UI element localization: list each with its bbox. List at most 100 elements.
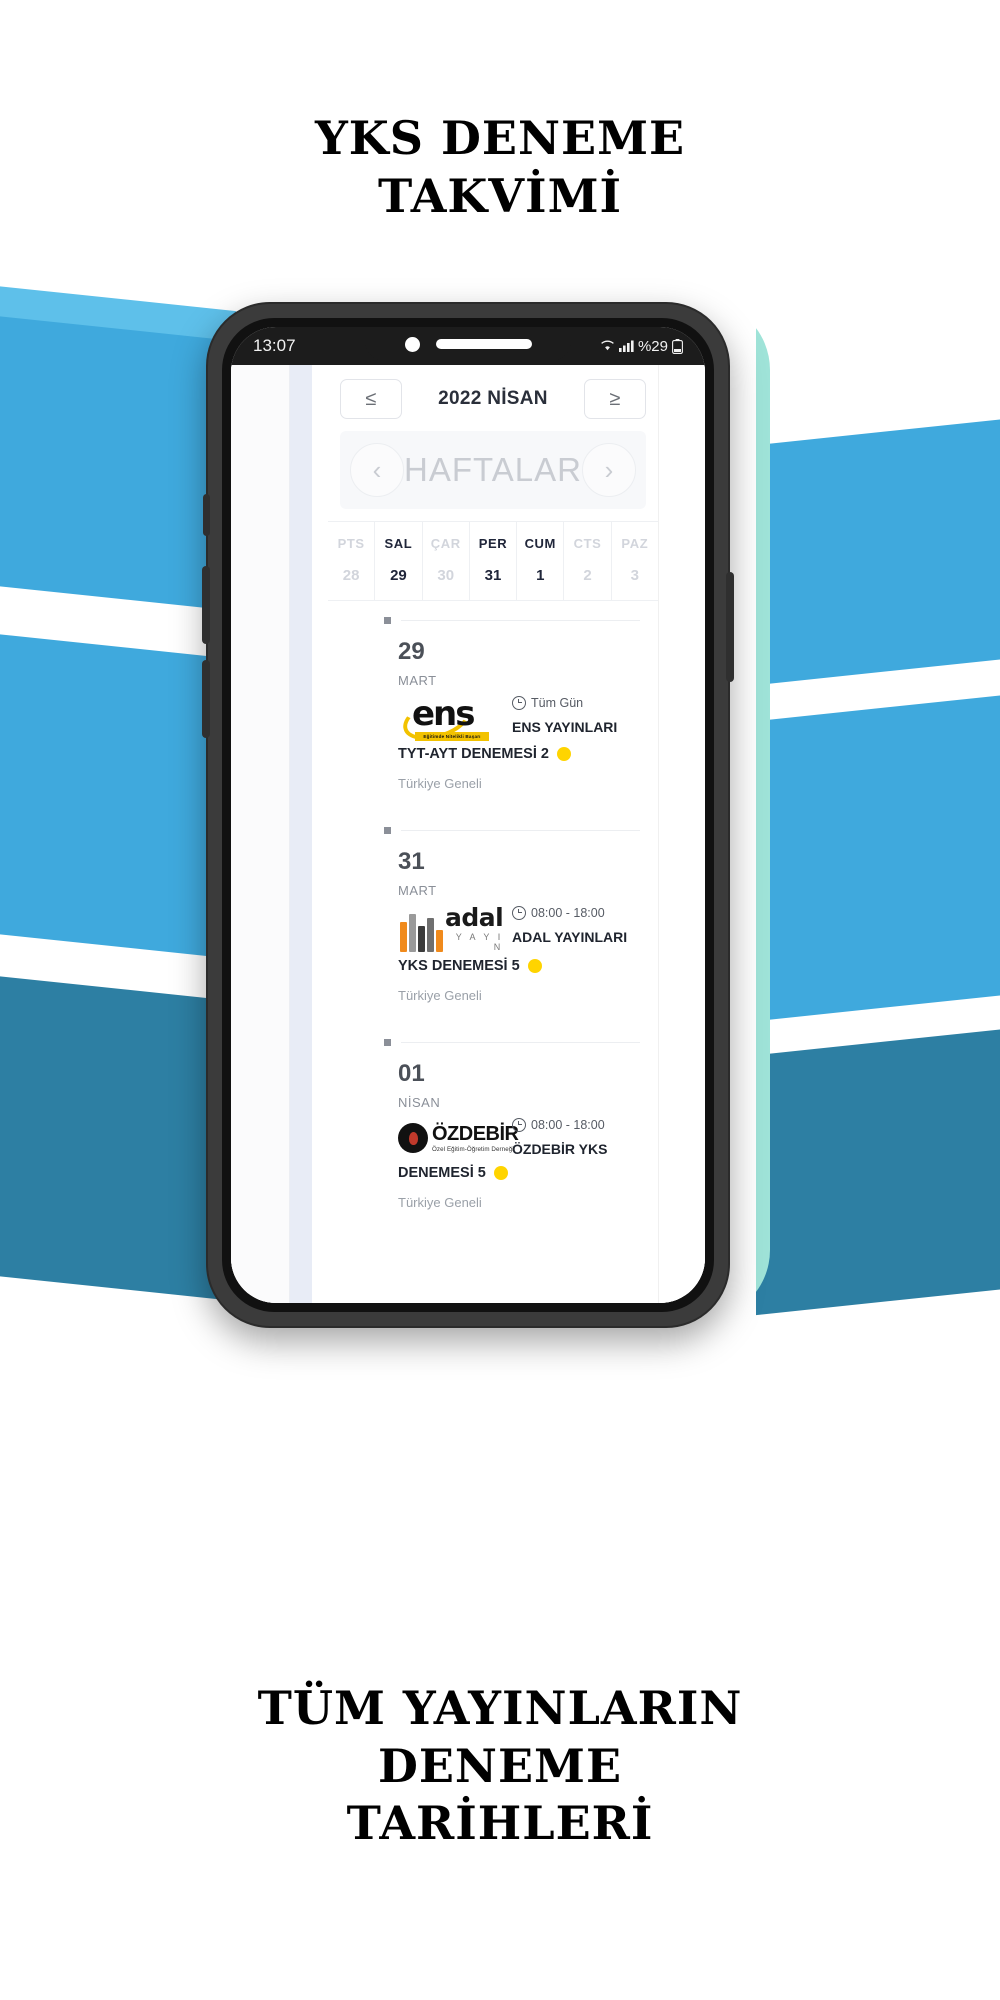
adal-bar <box>409 914 416 952</box>
event-separator <box>328 1023 658 1046</box>
front-camera-icon <box>404 336 420 352</box>
event-separator <box>328 601 658 624</box>
event-month: MART <box>398 883 437 898</box>
week-label: HAFTALAR 1 <box>404 451 582 488</box>
events-list[interactable]: 29 MART ens Eğitimde Nitelikli Başarı Tü… <box>328 601 658 1303</box>
ozdebir-logo-text: ÖZDEBİR <box>432 1122 519 1145</box>
week-navigation: ‹ HAFTALAR 1 › <box>340 431 646 509</box>
event-main: ens Eğitimde Nitelikli Başarı Tüm Gün EN… <box>397 690 640 748</box>
poster-title-top: YKS DENEME TAKVİMİ <box>314 111 686 223</box>
phone-screen: 13:07 %29 ≤ 2022 NİSAN ≥ ‹ HAFTALAR › PT… <box>231 327 705 1303</box>
event-title: YKS DENEMESİ 5 <box>398 958 520 974</box>
next-week-button[interactable]: › <box>582 443 636 497</box>
event-details: Tüm Gün ENS YAYINLARI <box>512 696 640 737</box>
ribbon-right-1 <box>740 413 1000 687</box>
next-month-button[interactable]: ≥ <box>583 379 646 419</box>
weekday-cell-cum[interactable]: CUM 1 <box>517 522 565 600</box>
publisher-logo-wrap: adal Y A Y I N <box>398 905 504 952</box>
bullet-square-icon <box>384 617 391 624</box>
event-publisher: ADAL YAYINLARI <box>512 929 628 945</box>
bullet-square-icon <box>384 827 391 834</box>
adal-bar <box>400 922 407 952</box>
divider <box>401 620 640 621</box>
weekday-row: PTS 28 SAL 29 ÇAR 30 PER 31 CUM 1 CTS 2 … <box>328 521 658 601</box>
event-title: TYT-AYT DENEMESİ 2 <box>398 746 549 762</box>
event-item[interactable]: 01 NİSAN ÖZDEBİR Özel Eğitim-Öğretim Der… <box>328 1023 658 1230</box>
calendar-content: ≤ 2022 NİSAN ≥ ‹ HAFTALAR 1 › PTS <box>328 365 658 1303</box>
weekday-number: 30 <box>437 567 455 584</box>
current-month-label: 2022 NİSAN <box>438 388 548 409</box>
event-item[interactable]: 31 MART adal Y A Y I N 08:00 - 18:00 ADA… <box>328 811 658 1023</box>
event-publisher: ÖZDEBİR YKS <box>512 1141 608 1157</box>
ozdebir-logo-tagline: Özel Eğitim-Öğretim Derneği <box>432 1145 514 1153</box>
event-scope: Türkiye Geneli <box>398 988 482 1003</box>
weekday-number: 1 <box>536 567 545 584</box>
event-time-row: 08:00 - 18:00 <box>512 1118 640 1132</box>
publisher-logo-wrap: ens Eğitimde Nitelikli Başarı <box>397 690 502 748</box>
weekday-number: 28 <box>342 567 360 584</box>
event-day: 01 <box>398 1060 425 1087</box>
ozdebir-logo: ÖZDEBİR Özel Eğitim-Öğretim Derneği <box>398 1118 519 1158</box>
ozdebir-flame-icon <box>408 1131 418 1145</box>
weekday-name: PAZ <box>621 536 649 551</box>
weekday-name: ÇAR <box>430 536 461 551</box>
weekday-cell-per[interactable]: PER 31 <box>470 522 518 600</box>
weekday-number: 3 <box>630 567 639 584</box>
weekday-name: CTS <box>573 536 602 551</box>
app-container: ≤ 2022 NİSAN ≥ ‹ HAFTALAR 1 › PTS <box>231 365 705 1303</box>
bullet-square-icon <box>384 1039 391 1046</box>
event-item[interactable]: 29 MART ens Eğitimde Nitelikli Başarı Tü… <box>328 601 658 811</box>
ribbon-right-2 <box>740 689 1000 1023</box>
event-month: NİSAN <box>398 1095 441 1110</box>
event-title-row: TYT-AYT DENEMESİ 2 <box>398 746 640 762</box>
weekday-name: SAL <box>384 536 413 551</box>
poster-title-bottom: TÜM YAYINLARIN DENEME TARİHLERİ <box>257 1681 743 1850</box>
clock-icon <box>512 906 526 920</box>
event-main: ÖZDEBİR Özel Eğitim-Öğretim Derneği 08:0… <box>398 1118 640 1159</box>
weekday-cell-sal[interactable]: SAL 29 <box>375 522 423 600</box>
clock-icon <box>512 696 526 710</box>
phone-notch <box>365 327 571 361</box>
adal-books-icon <box>400 914 443 952</box>
divider <box>401 1042 640 1043</box>
prev-week-button[interactable]: ‹ <box>350 443 404 497</box>
event-title-row: DENEMESİ 5 <box>398 1165 640 1181</box>
adal-bar <box>418 926 425 952</box>
event-status-dot <box>493 1165 508 1180</box>
weekday-cell-pts[interactable]: PTS 28 <box>328 522 376 600</box>
weekday-cell-car[interactable]: ÇAR 30 <box>423 522 470 600</box>
adal-logo-tagline: Y A Y I N <box>455 932 504 952</box>
month-navigation: ≤ 2022 NİSAN ≥ <box>328 365 658 431</box>
weekday-cell-cts[interactable]: CTS 2 <box>564 522 612 600</box>
weekday-name: PTS <box>337 536 365 551</box>
battery-icon <box>672 338 683 354</box>
phone-button-volume-up[interactable] <box>202 566 210 644</box>
earpiece-speaker-icon <box>435 339 532 349</box>
weekday-cell-paz[interactable]: PAZ 3 <box>612 522 658 600</box>
ribbon-right-3 <box>740 1023 1000 1317</box>
adal-logo-text-wrap: adal Y A Y I N <box>443 905 504 952</box>
prev-month-button[interactable]: ≤ <box>340 379 402 419</box>
side-rail-b <box>290 365 312 1303</box>
ozdebir-seal-icon <box>398 1123 428 1153</box>
event-scope: Türkiye Geneli <box>398 776 482 791</box>
event-time: Tüm Gün <box>531 696 584 710</box>
ens-logo: ens Eğitimde Nitelikli Başarı <box>397 690 498 748</box>
phone-mockup: 13:07 %29 ≤ 2022 NİSAN ≥ ‹ HAFTALAR › PT… <box>202 302 734 1328</box>
ens-logo-text: ens <box>412 694 476 734</box>
phone-bezel: 13:07 %29 ≤ 2022 NİSAN ≥ ‹ HAFTALAR › PT… <box>222 318 714 1312</box>
status-time: 13:07 <box>253 336 296 355</box>
weekday-name: PER <box>478 536 508 551</box>
phone-button-volume-down[interactable] <box>202 660 210 738</box>
adal-bar <box>427 918 434 952</box>
side-rail-c <box>312 365 328 1303</box>
phone-button-silent[interactable] <box>203 494 210 536</box>
event-details: 08:00 - 18:00 ÖZDEBİR YKS <box>512 1118 640 1159</box>
event-body: 01 NİSAN ÖZDEBİR Özel Eğitim-Öğretim Der… <box>328 1046 658 1230</box>
clock-icon <box>512 1118 526 1132</box>
event-details: 08:00 - 18:00 ADAL YAYINLARI <box>512 906 640 947</box>
divider <box>401 830 640 831</box>
weekday-number: 29 <box>390 567 407 584</box>
phone-button-power[interactable] <box>726 572 734 682</box>
event-scope: Türkiye Geneli <box>398 1194 482 1210</box>
